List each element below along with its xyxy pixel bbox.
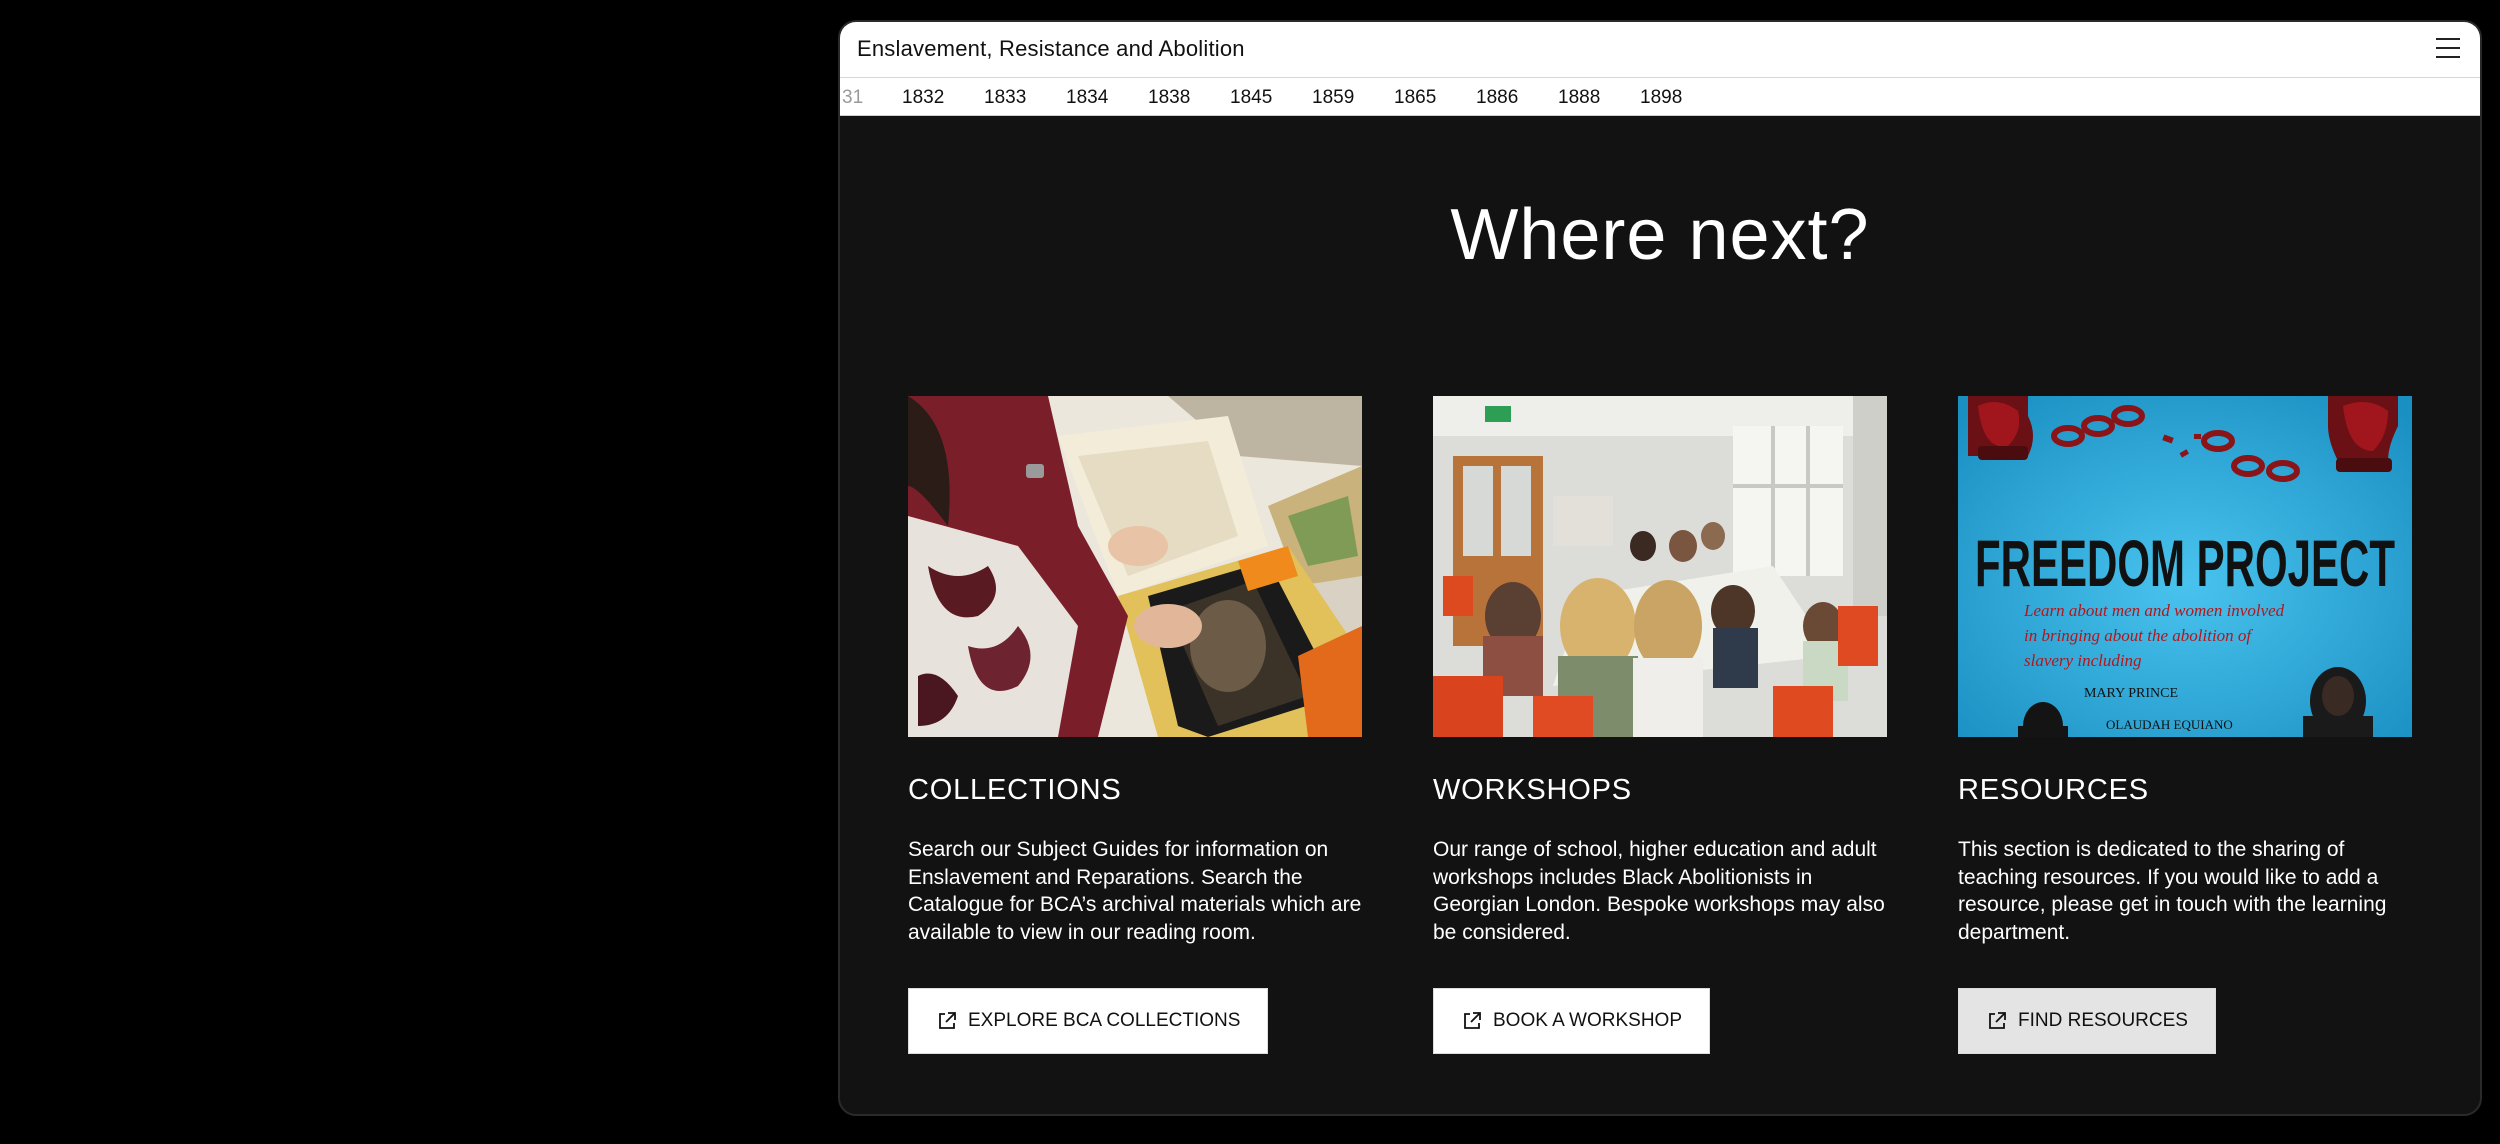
poster-name-2: OLAUDAH EQUIANO (2106, 717, 2233, 732)
book-workshop-label: BOOK A WORKSHOP (1493, 1010, 1682, 1031)
card-title-workshops: WORKSHOPS (1433, 774, 1632, 806)
find-resources-label: FIND RESOURCES (2018, 1010, 2188, 1031)
timeline-year-1834[interactable]: 1834 (1066, 87, 1108, 109)
archive-documents-photo (908, 396, 1362, 737)
find-resources-button[interactable]: FIND RESOURCES (1958, 988, 2216, 1054)
timeline-year-1859[interactable]: 1859 (1312, 87, 1354, 109)
card-resources: FREEDOM PROJECT Learn about men and wome… (1958, 396, 2412, 1054)
site-title[interactable]: Enslavement, Resistance and Abolition (857, 36, 1245, 62)
explore-collections-button[interactable]: EXPLORE BCA COLLECTIONS (908, 988, 1269, 1054)
timeline-year-1845[interactable]: 1845 (1230, 87, 1272, 109)
timeline-year-nav: 31 1832 1833 1834 1838 1845 1859 1865 18… (840, 78, 2480, 116)
card-title-resources: RESOURCES (1958, 774, 2149, 806)
site-header: Enslavement, Resistance and Abolition (840, 22, 2480, 78)
card-workshops: WORKSHOPS Our range of school, higher ed… (1433, 396, 1887, 1054)
card-text-workshops: Our range of school, higher education an… (1433, 838, 1885, 944)
external-link-icon (939, 1012, 956, 1029)
timeline-year-1888[interactable]: 1888 (1558, 87, 1600, 109)
timeline-year-1865[interactable]: 1865 (1394, 87, 1436, 109)
card-text-collections: Search our Subject Guides for informatio… (908, 838, 1362, 944)
timeline-year-1833[interactable]: 1833 (984, 87, 1026, 109)
card-text-resources: This section is dedicated to the sharing… (1958, 838, 2387, 944)
timeline-year-1898[interactable]: 1898 (1640, 87, 1682, 109)
external-link-icon (1464, 1012, 1481, 1029)
book-workshop-button[interactable]: BOOK A WORKSHOP (1433, 988, 1710, 1054)
poster-tagline-line2: in bringing about the abolition of (2024, 626, 2253, 645)
poster-tagline-line1: Learn about men and women involved (2023, 601, 2285, 620)
timeline-year-1832[interactable]: 1832 (902, 87, 944, 109)
poster-name-1: MARY PRINCE (2084, 686, 2178, 701)
timeline-year-1838[interactable]: 1838 (1148, 87, 1190, 109)
hamburger-menu-icon[interactable] (2434, 36, 2462, 62)
workshop-classroom-photo (1433, 396, 1887, 737)
explore-collections-label: EXPLORE BCA COLLECTIONS (968, 1010, 1241, 1031)
browser-window: Enslavement, Resistance and Abolition 31… (838, 20, 2482, 1116)
card-title-collections: COLLECTIONS (908, 774, 1122, 806)
card-collections: COLLECTIONS Search our Subject Guides fo… (908, 396, 1362, 1054)
poster-tagline-line3: slavery including (2024, 651, 2142, 670)
freedom-project-poster: FREEDOM PROJECT Learn about men and wome… (1958, 396, 2412, 737)
external-link-icon (1989, 1012, 2006, 1029)
timeline-year-partial[interactable]: 31 (842, 87, 863, 109)
page-heading: Where next? (1450, 195, 1870, 275)
timeline-year-1886[interactable]: 1886 (1476, 87, 1518, 109)
poster-headline: FREEDOM PROJECT (1975, 526, 2395, 600)
